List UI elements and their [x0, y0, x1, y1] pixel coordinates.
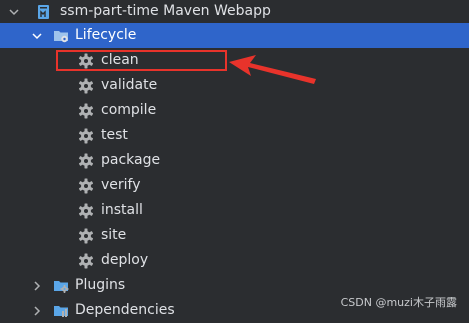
gear-icon: [78, 128, 94, 144]
chevron-right-icon[interactable]: [31, 305, 43, 317]
watermark: CSDN @muzi木子雨露: [340, 296, 457, 309]
plugins-label: Plugins: [75, 277, 126, 293]
tree-item-task[interactable]: install: [0, 198, 469, 223]
task-label: site: [101, 227, 127, 243]
tree-item-lifecycle[interactable]: Lifecycle: [0, 23, 469, 48]
lifecycle-label: Lifecycle: [75, 27, 137, 43]
task-label: compile: [101, 102, 157, 118]
gear-icon: [78, 78, 94, 94]
chevron-right-icon[interactable]: [31, 280, 43, 292]
project-name: ssm-part-time Maven Webapp: [60, 3, 271, 19]
task-label: clean: [101, 52, 139, 68]
gear-icon: [78, 228, 94, 244]
task-label: validate: [101, 77, 158, 93]
chevron-down-icon[interactable]: [31, 30, 43, 42]
tree-item-task[interactable]: deploy: [0, 248, 469, 273]
chevron-down-icon[interactable]: [8, 6, 20, 18]
tree-item-project[interactable]: ssm-part-time Maven Webapp: [0, 0, 469, 24]
maven-project-icon: [36, 4, 52, 20]
tree-item-task[interactable]: test: [0, 123, 469, 148]
plugins-folder-icon: [53, 278, 69, 294]
gear-icon: [78, 53, 94, 69]
gear-icon: [78, 253, 94, 269]
task-label: test: [101, 127, 128, 143]
tree-item-task[interactable]: verify: [0, 173, 469, 198]
task-label: package: [101, 152, 161, 168]
tree-item-task[interactable]: compile: [0, 98, 469, 123]
gear-icon: [78, 178, 94, 194]
tree-item-task[interactable]: site: [0, 223, 469, 248]
gear-icon: [78, 153, 94, 169]
tree-item-task[interactable]: package: [0, 148, 469, 173]
task-label: install: [101, 202, 143, 218]
gear-icon: [78, 203, 94, 219]
tree-item-task[interactable]: validate: [0, 73, 469, 98]
task-label: deploy: [101, 252, 149, 268]
gear-icon: [78, 103, 94, 119]
dependencies-folder-icon: [53, 303, 69, 319]
tree-item-task[interactable]: clean: [0, 48, 469, 73]
dependencies-label: Dependencies: [75, 302, 175, 318]
lifecycle-folder-icon: [53, 28, 69, 44]
task-label: verify: [101, 177, 141, 193]
